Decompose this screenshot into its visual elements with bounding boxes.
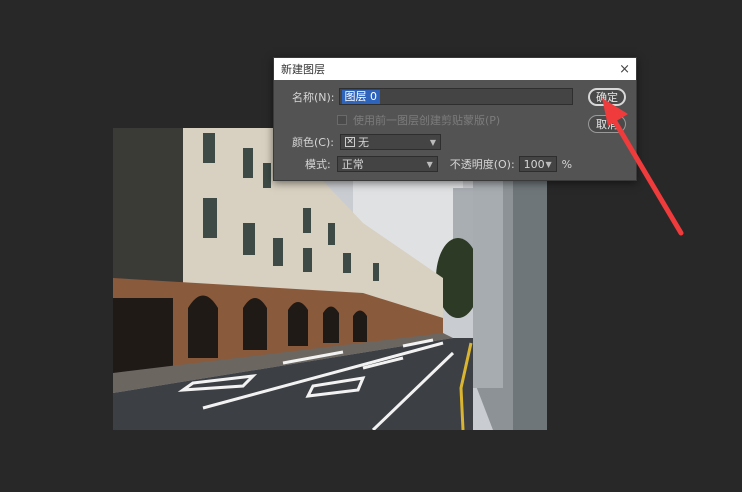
x-box-icon: ✕ (344, 137, 355, 147)
clip-mask-label: 使用前一图层创建剪贴蒙版(P) (353, 114, 501, 127)
chevron-down-icon: ▼ (545, 159, 552, 169)
chevron-down-icon: ▼ (426, 159, 433, 169)
color-value: 无 (357, 136, 369, 149)
name-label: 名称(N): (292, 90, 335, 104)
dialog-titlebar: 新建图层 × (274, 58, 636, 80)
clip-mask-row: 使用前一图层创建剪贴蒙版(P) (337, 112, 500, 128)
chevron-down-icon: ▼ (429, 137, 436, 147)
cancel-button[interactable]: 取消 (588, 115, 626, 133)
mode-label: 模式: (305, 158, 331, 171)
mode-value: 正常 (341, 158, 364, 171)
opacity-unit: % (561, 157, 573, 171)
layer-name-value: 图层 0 (341, 89, 381, 104)
opacity-value: 100 (523, 157, 545, 171)
name-row: 名称(N): 图层 0 (292, 88, 573, 105)
opacity-input[interactable]: 100 ▼ (518, 156, 557, 172)
ok-button[interactable]: 确定 (588, 88, 626, 106)
dialog-title: 新建图层 (281, 63, 325, 76)
color-row: 颜色(C): ✕ 无 ▼ (292, 134, 441, 150)
layer-name-input[interactable]: 图层 0 (338, 88, 573, 105)
clip-mask-checkbox[interactable] (337, 115, 347, 125)
opacity-label: 不透明度(O): (449, 158, 515, 171)
new-layer-dialog: 新建图层 × 名称(N): 图层 0 使用前一图层创建剪贴蒙版(P) 颜色(C)… (273, 57, 637, 181)
color-select[interactable]: ✕ 无 ▼ (339, 134, 441, 150)
mode-row: 模式: 正常 ▼ 不透明度(O): 100 ▼ % (305, 156, 572, 172)
close-icon[interactable]: × (619, 63, 630, 76)
mode-select[interactable]: 正常 ▼ (336, 156, 438, 172)
color-label: 颜色(C): (292, 136, 334, 149)
